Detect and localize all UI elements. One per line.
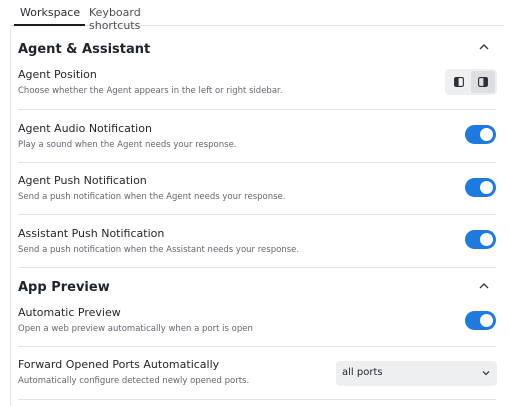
panel-left-border bbox=[10, 27, 11, 406]
divider bbox=[18, 399, 496, 400]
divider bbox=[18, 162, 496, 163]
agent-audio-notification-description: Play a sound when the Agent needs your r… bbox=[18, 140, 237, 150]
agent-push-notification-label: Agent Push Notification bbox=[18, 174, 147, 187]
automatic-preview-description: Open a web preview automatically when a … bbox=[18, 324, 253, 334]
assistant-push-notification-toggle[interactable] bbox=[465, 230, 496, 249]
toggle-knob bbox=[480, 314, 493, 327]
agent-assistant-section-title: Agent & Assistant bbox=[18, 42, 151, 57]
tab-workspace-label: Workspace bbox=[20, 6, 81, 19]
active-tab-indicator bbox=[14, 24, 85, 26]
agent-position-left-button[interactable] bbox=[447, 71, 471, 93]
toggle-knob bbox=[480, 181, 493, 194]
automatic-preview-toggle[interactable] bbox=[465, 311, 496, 330]
forward-ports-description: Automatically configure detected newly o… bbox=[18, 376, 250, 386]
agent-push-notification-toggle[interactable] bbox=[465, 178, 496, 197]
assistant-push-notification-description: Send a push notification when the Assist… bbox=[18, 245, 300, 255]
section-divider bbox=[18, 267, 496, 268]
forward-ports-selected-value: all ports bbox=[342, 367, 383, 378]
agent-position-label: Agent Position bbox=[18, 68, 97, 81]
forward-ports-select[interactable]: all ports bbox=[336, 361, 497, 386]
app-preview-section-title: App Preview bbox=[18, 280, 110, 295]
tab-workspace[interactable]: Workspace bbox=[14, 0, 85, 25]
settings-tab-bar: Workspace Keyboard shortcuts bbox=[10, 0, 504, 32]
tab-keyboard-shortcuts[interactable]: Keyboard shortcuts bbox=[85, 0, 195, 32]
agent-audio-notification-label: Agent Audio Notification bbox=[18, 122, 152, 135]
divider bbox=[18, 214, 496, 215]
automatic-preview-label: Automatic Preview bbox=[18, 306, 121, 319]
toggle-knob bbox=[480, 128, 493, 141]
agent-position-right-button[interactable] bbox=[471, 71, 495, 93]
forward-ports-label: Forward Opened Ports Automatically bbox=[18, 358, 220, 371]
chevron-up-icon[interactable] bbox=[477, 40, 491, 54]
divider bbox=[18, 109, 496, 110]
divider bbox=[18, 346, 496, 347]
agent-position-segmented-control bbox=[445, 69, 497, 95]
agent-push-notification-description: Send a push notification when the Agent … bbox=[18, 192, 286, 202]
agent-position-description: Choose whether the Agent appears in the … bbox=[18, 86, 283, 96]
chevron-down-icon bbox=[481, 368, 491, 378]
settings-panel: Agent & Assistant Agent Position Choose … bbox=[10, 27, 504, 406]
agent-audio-notification-toggle[interactable] bbox=[465, 125, 496, 144]
chevron-up-icon[interactable] bbox=[477, 279, 491, 293]
assistant-push-notification-label: Assistant Push Notification bbox=[18, 227, 165, 240]
toggle-knob bbox=[480, 233, 493, 246]
